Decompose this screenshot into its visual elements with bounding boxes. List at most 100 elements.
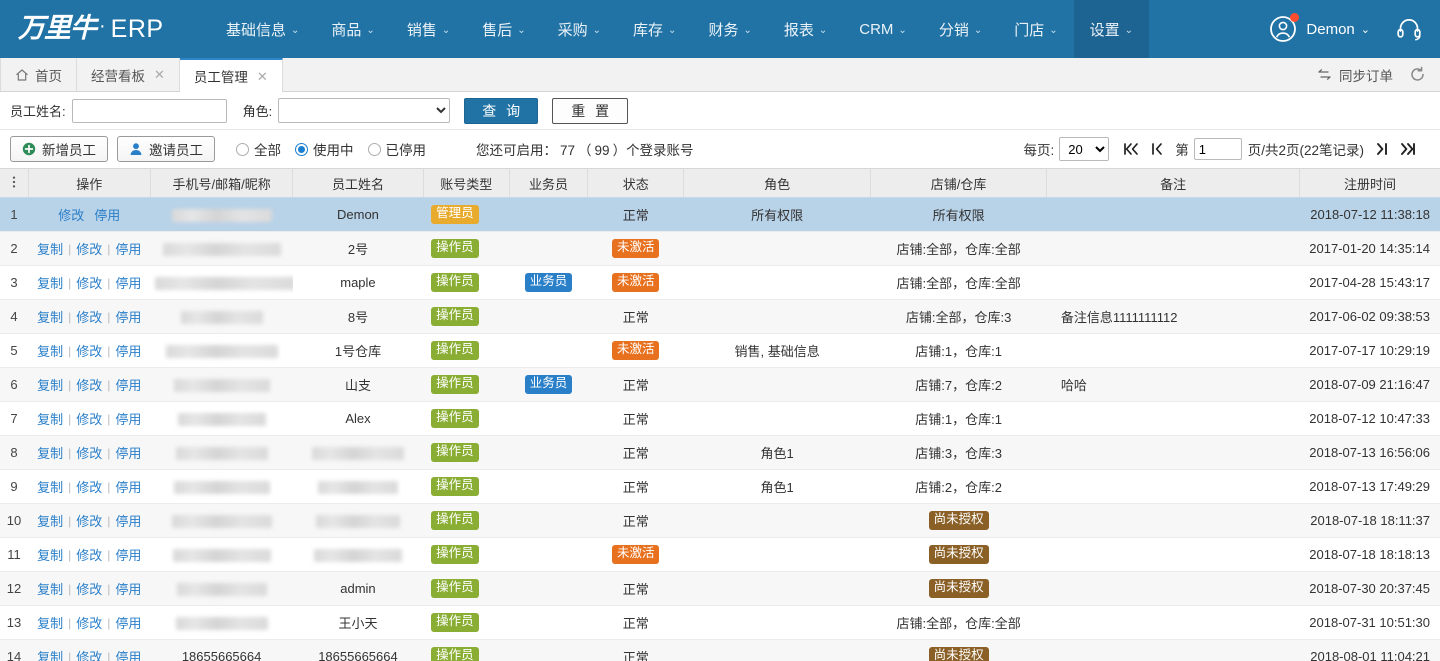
status-filter-1[interactable]: 使用中 xyxy=(295,139,354,159)
row-action-0[interactable]: 复制 xyxy=(32,579,68,598)
row-action-2[interactable]: 停用 xyxy=(110,409,146,428)
row-action-1[interactable]: 修改 xyxy=(71,239,107,258)
radio-icon[interactable] xyxy=(295,143,308,156)
row-action-2[interactable]: 停用 xyxy=(110,613,146,632)
row-action-0[interactable]: 复制 xyxy=(32,409,68,428)
nav-item-8[interactable]: CRM⌄ xyxy=(843,0,923,58)
nav-item-1[interactable]: 商品⌄ xyxy=(315,0,390,58)
row-action-2[interactable]: 停用 xyxy=(110,545,146,564)
table-row[interactable]: 11复制|修改|停用操作员未激活尚未授权2018-07-18 18:18:13 xyxy=(0,538,1440,572)
tab-0[interactable]: 首页 xyxy=(0,58,77,91)
cell-account-type: 操作员 xyxy=(423,402,509,436)
row-action-0[interactable]: 复制 xyxy=(32,375,68,394)
row-action-0[interactable]: 复制 xyxy=(32,307,68,326)
status-filter-0[interactable]: 全部 xyxy=(236,139,281,159)
row-action-2[interactable]: 停用 xyxy=(110,341,146,360)
row-action-2[interactable]: 停用 xyxy=(110,239,146,258)
table-row[interactable]: 3复制|修改|停用maple操作员业务员未激活店铺:全部，仓库:全部2017-0… xyxy=(0,266,1440,300)
nav-item-2[interactable]: 销售⌄ xyxy=(391,0,466,58)
row-action-1[interactable]: 修改 xyxy=(71,613,107,632)
row-action-1[interactable]: 修改 xyxy=(71,443,107,462)
table-row[interactable]: 7复制|修改|停用Alex操作员正常店铺:1，仓库:12018-07-12 10… xyxy=(0,402,1440,436)
invite-employee-button[interactable]: 邀请员工 xyxy=(117,136,215,162)
table-row[interactable]: 10复制|修改|停用操作员正常尚未授权2018-07-18 18:11:37 xyxy=(0,504,1440,538)
nav-item-0[interactable]: 基础信息⌄ xyxy=(210,0,315,58)
nav-item-6[interactable]: 财务⌄ xyxy=(692,0,767,58)
radio-icon[interactable] xyxy=(368,143,381,156)
row-action-1[interactable]: 修改 xyxy=(71,375,107,394)
first-page-button[interactable] xyxy=(1117,142,1145,156)
row-action-0[interactable]: 复制 xyxy=(32,613,68,632)
status-filter-2[interactable]: 已停用 xyxy=(368,139,427,159)
table-row[interactable]: 13复制|修改|停用王小天操作员正常店铺:全部，仓库:全部2018-07-31 … xyxy=(0,606,1440,640)
row-action-0[interactable]: 复制 xyxy=(32,273,68,292)
row-action-0[interactable]: 复制 xyxy=(32,545,68,564)
row-action-0[interactable]: 复制 xyxy=(32,239,68,258)
chevron-down-icon: ⌄ xyxy=(974,25,982,36)
nav-item-4[interactable]: 采购⌄ xyxy=(542,0,617,58)
nav-item-7[interactable]: 报表⌄ xyxy=(768,0,843,58)
nav-item-9[interactable]: 分销⌄ xyxy=(923,0,998,58)
row-action-0[interactable]: 复制 xyxy=(32,341,68,360)
row-action-1[interactable]: 修改 xyxy=(71,511,107,530)
per-page-select[interactable]: 102050100 xyxy=(1059,137,1109,161)
row-action-1[interactable]: 修改 xyxy=(71,341,107,360)
radio-icon[interactable] xyxy=(236,143,249,156)
row-action-0[interactable]: 修改 xyxy=(53,205,89,224)
row-action-1[interactable]: 停用 xyxy=(89,205,125,224)
tab-2[interactable]: 员工管理✕ xyxy=(180,58,283,92)
row-action-0[interactable]: 复制 xyxy=(32,647,68,661)
row-action-1[interactable]: 修改 xyxy=(71,409,107,428)
next-page-button[interactable] xyxy=(1370,142,1394,156)
row-action-1[interactable]: 修改 xyxy=(71,579,107,598)
tab-1[interactable]: 经营看板✕ xyxy=(77,58,180,91)
row-action-0[interactable]: 复制 xyxy=(32,511,68,530)
reset-button[interactable]: 重 置 xyxy=(552,98,628,124)
table-row[interactable]: 8复制|修改|停用操作员正常角色1店铺:3，仓库:32018-07-13 16:… xyxy=(0,436,1440,470)
row-action-0[interactable]: 复制 xyxy=(32,477,68,496)
employee-name-input[interactable] xyxy=(72,99,227,123)
table-row[interactable]: 4复制|修改|停用8号操作员正常店铺:全部，仓库:3备注信息1111111112… xyxy=(0,300,1440,334)
table-row[interactable]: 9复制|修改|停用操作员正常角色1店铺:2，仓库:22018-07-13 17:… xyxy=(0,470,1440,504)
cell-role xyxy=(684,504,871,538)
row-action-2[interactable]: 停用 xyxy=(110,375,146,394)
query-button[interactable]: 查 询 xyxy=(464,98,538,124)
row-action-2[interactable]: 停用 xyxy=(110,647,146,661)
nav-item-3[interactable]: 售后⌄ xyxy=(466,0,541,58)
row-action-1[interactable]: 修改 xyxy=(71,273,107,292)
table-row[interactable]: 5复制|修改|停用1号仓库操作员未激活销售, 基础信息店铺:1，仓库:12017… xyxy=(0,334,1440,368)
table-row[interactable]: 2复制|修改|停用2号操作员未激活店铺:全部，仓库:全部2017-01-20 1… xyxy=(0,232,1440,266)
row-action-2[interactable]: 停用 xyxy=(110,273,146,292)
column-options-icon[interactable] xyxy=(0,169,28,198)
user-menu[interactable]: Demon ⌄ xyxy=(1262,14,1376,44)
row-action-1[interactable]: 修改 xyxy=(71,545,107,564)
close-icon[interactable]: ✕ xyxy=(257,70,268,83)
row-action-1[interactable]: 修改 xyxy=(71,477,107,496)
row-action-2[interactable]: 停用 xyxy=(110,579,146,598)
table-row[interactable]: 14复制|修改|停用1865566566418655665664操作员正常尚未授… xyxy=(0,640,1440,661)
row-action-2[interactable]: 停用 xyxy=(110,511,146,530)
page-number-input[interactable] xyxy=(1194,138,1242,160)
previous-page-button[interactable] xyxy=(1145,142,1169,156)
row-action-0[interactable]: 复制 xyxy=(32,443,68,462)
refresh-icon[interactable] xyxy=(1409,66,1426,83)
last-page-button[interactable] xyxy=(1394,142,1422,156)
row-action-1[interactable]: 修改 xyxy=(71,307,107,326)
table-row[interactable]: 1修改停用Demon管理员正常所有权限所有权限2018-07-12 11:38:… xyxy=(0,198,1440,232)
headset-support-icon[interactable] xyxy=(1394,14,1424,44)
brand-logo[interactable]: 万里牛 · ERP xyxy=(0,15,210,44)
table-row[interactable]: 6复制|修改|停用山支操作员业务员正常店铺:7，仓库:2哈哈2018-07-09… xyxy=(0,368,1440,402)
close-icon[interactable]: ✕ xyxy=(154,68,165,81)
row-action-2[interactable]: 停用 xyxy=(110,443,146,462)
row-action-2[interactable]: 停用 xyxy=(110,477,146,496)
row-action-1[interactable]: 修改 xyxy=(71,647,107,661)
nav-item-5[interactable]: 库存⌄ xyxy=(617,0,692,58)
table-row[interactable]: 12复制|修改|停用admin操作员正常尚未授权2018-07-30 20:37… xyxy=(0,572,1440,606)
row-action-2[interactable]: 停用 xyxy=(110,307,146,326)
nav-item-11[interactable]: 设置⌄ xyxy=(1074,0,1149,58)
sync-orders-label[interactable]: 同步订单 xyxy=(1339,65,1393,85)
role-select[interactable]: 角色1所有权限 xyxy=(278,98,450,123)
nav-item-10[interactable]: 门店⌄ xyxy=(998,0,1073,58)
add-employee-button[interactable]: 新增员工 xyxy=(10,136,108,162)
row-actions: 复制|修改|停用 xyxy=(28,436,150,470)
